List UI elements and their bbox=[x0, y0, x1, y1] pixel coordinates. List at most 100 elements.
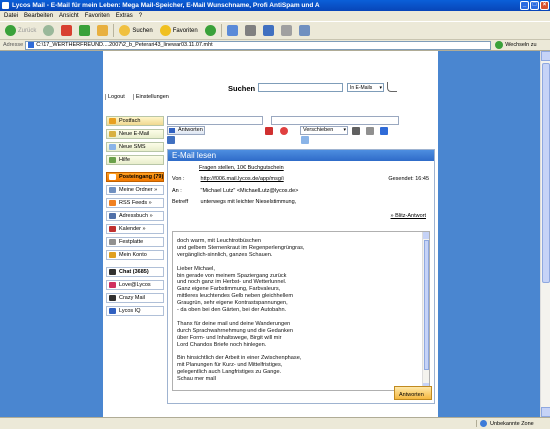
hard-drive-icon bbox=[109, 239, 116, 245]
sidebar-item-new-email[interactable]: Neue E-Mail bbox=[106, 129, 164, 139]
history-button[interactable] bbox=[203, 23, 218, 38]
close-button[interactable]: × bbox=[540, 1, 549, 10]
sidebar-item-new-sms[interactable]: Neue SMS bbox=[106, 142, 164, 152]
forward-button[interactable] bbox=[41, 23, 56, 38]
ad-link[interactable]: Fragen stellen, 10€ Buchgutschein bbox=[199, 165, 284, 171]
menu-view[interactable]: Ansicht bbox=[59, 11, 79, 21]
sent-date: Gesendet: 16:45 bbox=[388, 176, 429, 182]
discuss-button[interactable] bbox=[279, 23, 294, 38]
sidebar-item-label: Meine Ordner » bbox=[119, 187, 158, 193]
mail-action-bar: Antworten Verschieben bbox=[167, 116, 435, 146]
edit-icon bbox=[262, 25, 274, 36]
mail-body-line: Ganz eigene Farbstimmung, Farbvaleurs, bbox=[177, 286, 281, 293]
menu-file[interactable]: Datei bbox=[4, 11, 18, 21]
search-icon bbox=[119, 25, 131, 36]
mail-search-input[interactable] bbox=[258, 83, 343, 92]
chat-icon bbox=[109, 269, 116, 275]
sidebar-item-crazy-mail[interactable]: Crazy Mail bbox=[106, 293, 164, 303]
search-scope-select[interactable]: In E-Mails bbox=[347, 83, 384, 92]
browser-app-icon bbox=[2, 2, 9, 9]
menu-favorites[interactable]: Favoriten bbox=[85, 11, 110, 21]
sidebar-item-my-folders[interactable]: Meine Ordner » bbox=[106, 185, 164, 195]
reply-bottom-button[interactable]: Antworten bbox=[394, 386, 432, 400]
home-button[interactable] bbox=[95, 23, 110, 38]
search-go-button[interactable] bbox=[387, 82, 397, 92]
stop-button[interactable] bbox=[59, 23, 74, 38]
logout-link[interactable]: Logout bbox=[105, 94, 125, 100]
previous-mail-icon[interactable] bbox=[366, 127, 374, 135]
search-button[interactable]: Suchen bbox=[117, 23, 154, 38]
sidebar-item-lycos-iq[interactable]: Lycos IQ bbox=[106, 306, 164, 316]
action-field-right[interactable] bbox=[271, 116, 399, 125]
sidebar-item-postfach[interactable]: Postfach bbox=[106, 116, 164, 126]
scroll-thumb[interactable] bbox=[424, 240, 429, 370]
scroll-thumb[interactable] bbox=[542, 63, 550, 283]
mail-body-paragraph: Lieber Michael, bin gerade von meinem Spa… bbox=[177, 266, 417, 314]
sidebar-item-label: Neue E-Mail bbox=[119, 131, 150, 137]
maximize-button[interactable]: □ bbox=[530, 1, 539, 10]
print-mail-icon[interactable] bbox=[352, 127, 360, 135]
go-arrow-icon bbox=[495, 41, 504, 49]
sidebar-item-label: Neue SMS bbox=[119, 144, 146, 150]
refresh-icon bbox=[79, 25, 91, 36]
spam-icon[interactable] bbox=[280, 127, 288, 135]
mail-button[interactable] bbox=[225, 23, 240, 38]
action-field-left[interactable] bbox=[167, 116, 263, 125]
menu-tools[interactable]: Extras bbox=[116, 11, 133, 21]
next-mail-icon[interactable] bbox=[380, 127, 388, 135]
sidebar-item-my-account[interactable]: Mein Konto bbox=[106, 250, 164, 260]
back-button[interactable]: Zurück bbox=[3, 23, 38, 38]
from-label: Von : bbox=[172, 176, 185, 182]
mail-body-line: - da oben bei den Gärten, bei der Autoba… bbox=[177, 307, 287, 314]
from-value[interactable]: http://f006.mail.lycos.de/app/msg/i bbox=[201, 176, 284, 182]
sidebar-item-help[interactable]: Hilfe bbox=[106, 155, 164, 165]
mail-icon bbox=[226, 25, 238, 36]
menu-help[interactable]: ? bbox=[139, 11, 142, 21]
move-confirm-icon[interactable] bbox=[301, 136, 309, 144]
reply-button[interactable]: Antworten bbox=[167, 126, 205, 135]
reply-all-icon[interactable] bbox=[167, 136, 175, 144]
account-icon bbox=[109, 252, 116, 258]
address-label: Adresse bbox=[3, 42, 24, 48]
account-links: Logout Einstellungen bbox=[103, 94, 169, 100]
move-select[interactable]: Verschieben bbox=[300, 126, 348, 135]
mail-body-line: Schau mer mall bbox=[177, 376, 216, 383]
mail-body-scrollbar[interactable] bbox=[422, 232, 429, 390]
mail-body-paragraph: Thanx für deine mail und deine Wanderung… bbox=[177, 321, 417, 349]
address-input[interactable]: C:\17_WERTHERFREUND....2007\2_b_Peterari… bbox=[25, 40, 492, 50]
sidebar-item-inbox[interactable]: Posteingang (79) bbox=[106, 172, 164, 182]
settings-link[interactable]: Einstellungen bbox=[132, 94, 169, 100]
sidebar-item-love-lycos[interactable]: Love@Lycos bbox=[106, 280, 164, 290]
scroll-up-arrow-icon[interactable] bbox=[541, 51, 550, 61]
scroll-down-arrow-icon[interactable] bbox=[541, 407, 550, 417]
sidebar-item-calendar[interactable]: Kalender » bbox=[106, 224, 164, 234]
menu-edit[interactable]: Bearbeiten bbox=[24, 11, 53, 21]
mail-body-line: mittleres leuchtendes Gelb neben gleichh… bbox=[177, 293, 293, 300]
sidebar-item-hard-drive[interactable]: Festplatte bbox=[106, 237, 164, 247]
print-button[interactable] bbox=[243, 23, 258, 38]
sidebar-item-chat[interactable]: Chat (3685) bbox=[106, 267, 164, 277]
browser-scrollbar[interactable] bbox=[540, 51, 550, 417]
messenger-button[interactable] bbox=[297, 23, 312, 38]
lycos-mail-page: Suchen In E-Mails Logout Einstellungen P… bbox=[103, 51, 438, 417]
scroll-up-arrow-icon[interactable] bbox=[423, 232, 429, 239]
minimize-button[interactable]: _ bbox=[520, 1, 529, 10]
forward-arrow-icon bbox=[43, 25, 55, 36]
mail-body-line: doch warm, mit Leuchtrotbüschen bbox=[177, 238, 261, 244]
mail-body: doch warm, mit Leuchtrotbüschen und gelbe… bbox=[177, 238, 417, 390]
sidebar-item-rss-feeds[interactable]: RSS Feeds » bbox=[106, 198, 164, 208]
mail-header: Fragen stellen, 10€ Buchgutschein Von : … bbox=[168, 161, 434, 219]
delete-icon[interactable] bbox=[265, 127, 273, 135]
subject-label: Betreff bbox=[172, 199, 189, 205]
refresh-button[interactable] bbox=[77, 23, 92, 38]
page-viewport: Suchen In E-Mails Logout Einstellungen P… bbox=[0, 51, 550, 417]
quick-reply-link[interactable]: » Blitz-Antwort bbox=[391, 213, 426, 219]
printer-icon bbox=[244, 25, 256, 36]
sidebar-item-address-book[interactable]: Adressbuch » bbox=[106, 211, 164, 221]
globe-icon bbox=[480, 420, 487, 427]
security-zone: Unbekannte Zone bbox=[476, 420, 550, 427]
go-button[interactable]: Wechseln zu bbox=[491, 41, 537, 49]
edit-button[interactable] bbox=[261, 23, 276, 38]
sidebar-item-label: Hilfe bbox=[119, 157, 131, 163]
favorites-button[interactable]: Favoriten bbox=[158, 23, 200, 38]
